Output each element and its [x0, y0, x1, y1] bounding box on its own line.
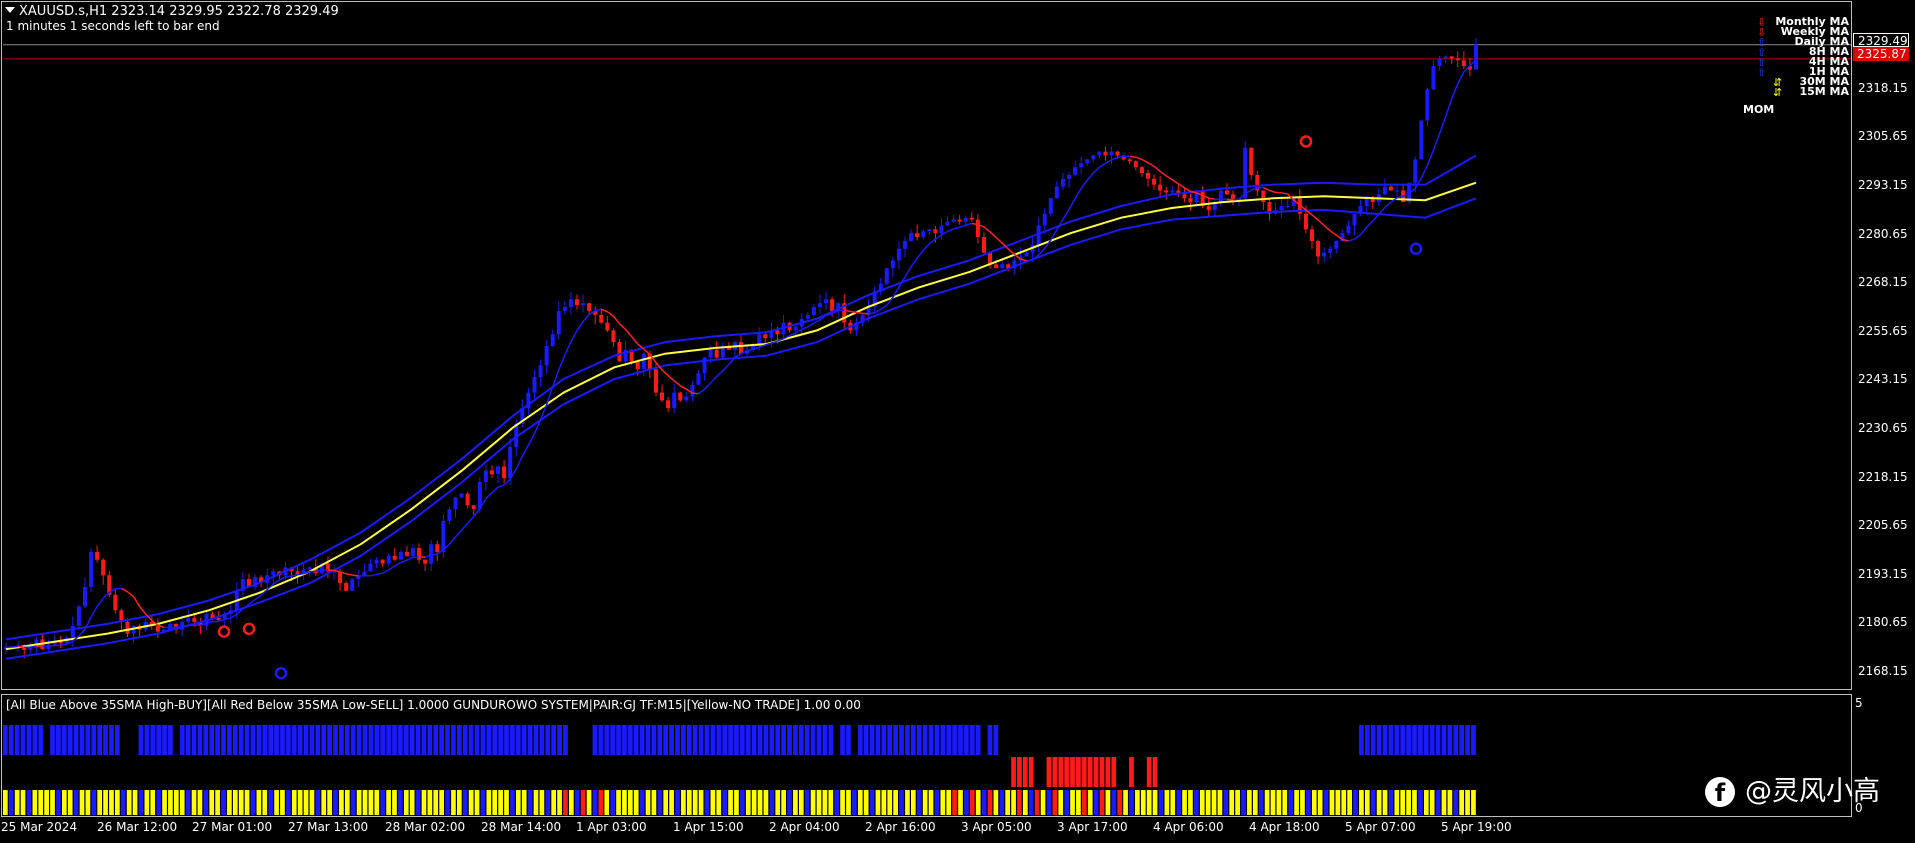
price-tick-label: 2243.15: [1858, 372, 1908, 387]
symbol-ohlc-text: XAUUSD.s,H1 2323.14 2329.95 2322.78 2329…: [19, 4, 339, 19]
time-tick-label: 27 Mar 13:00: [288, 820, 369, 834]
price-tick-label: 2318.15: [1858, 80, 1908, 95]
time-tick-label: 25 Mar 2024: [1, 820, 78, 834]
price-tick-label: 2168.15: [1858, 663, 1908, 678]
price-tick-label: 2205.65: [1858, 518, 1908, 533]
time-tick-label: 4 Apr 06:00: [1153, 820, 1224, 834]
price-tick-label: 2268.15: [1858, 275, 1908, 290]
price-tick-label: 2230.65: [1858, 420, 1908, 435]
price-tick-label: 2193.15: [1858, 566, 1908, 581]
mt4-chart-window: XAUUSD.s,H1 2323.14 2329.95 2322.78 2329…: [0, 0, 1915, 843]
time-tick-label: 2 Apr 04:00: [769, 820, 840, 834]
time-tick-label: 3 Apr 17:00: [1057, 820, 1128, 834]
price-tick-label: 2180.65: [1858, 615, 1908, 630]
price-tick-label: 2218.15: [1858, 469, 1908, 484]
symbol-ohlc-header[interactable]: XAUUSD.s,H1 2323.14 2329.95 2322.78 2329…: [5, 4, 339, 19]
price-tick-label: 2305.65: [1858, 129, 1908, 144]
ma-legend-label: 15M MA: [1799, 85, 1849, 98]
bar-countdown-text: 1 minutes 1 seconds left to bar end: [6, 19, 220, 33]
facebook-icon: f: [1705, 777, 1735, 807]
red-line-price-tag: 2325.87: [1853, 47, 1909, 61]
time-tick-label: 1 Apr 15:00: [673, 820, 744, 834]
ma-legend-row: ⇵ 15M MA: [1757, 85, 1849, 99]
time-tick-label: 5 Apr 19:00: [1441, 820, 1512, 834]
price-tick-label: 2280.65: [1858, 226, 1908, 241]
time-tick-label: 3 Apr 05:00: [961, 820, 1032, 834]
time-tick-label: 27 Mar 01:00: [192, 820, 273, 834]
current-price-tag: 2329.49: [1853, 33, 1909, 48]
mom-label: MOM: [1743, 103, 1775, 116]
price-tick-label: 2255.65: [1858, 323, 1908, 338]
time-tick-label: 5 Apr 07:00: [1345, 820, 1416, 834]
time-tick-label: 4 Apr 18:00: [1249, 820, 1320, 834]
indicator-subwindow-frame: [1, 694, 1852, 817]
time-tick-label: 1 Apr 03:00: [576, 820, 647, 834]
time-tick-label: 28 Mar 02:00: [385, 820, 466, 834]
time-tick-label: 2 Apr 16:00: [865, 820, 936, 834]
indicator-scale-max: 5: [1855, 696, 1863, 710]
indicator-description: [All Blue Above 35SMA High-BUY][All Red …: [6, 698, 861, 712]
price-tick-label: 2293.15: [1858, 178, 1908, 192]
watermark: f @灵风小高: [1705, 772, 1880, 812]
time-tick-label: 28 Mar 14:00: [481, 820, 562, 834]
double-arrow-icon: ⇵: [1773, 86, 1783, 99]
watermark-text: @灵风小高: [1745, 776, 1880, 807]
chart-menu-triangle-icon[interactable]: [5, 7, 15, 13]
main-chart-frame: [1, 1, 1852, 690]
time-tick-label: 26 Mar 12:00: [97, 820, 178, 834]
